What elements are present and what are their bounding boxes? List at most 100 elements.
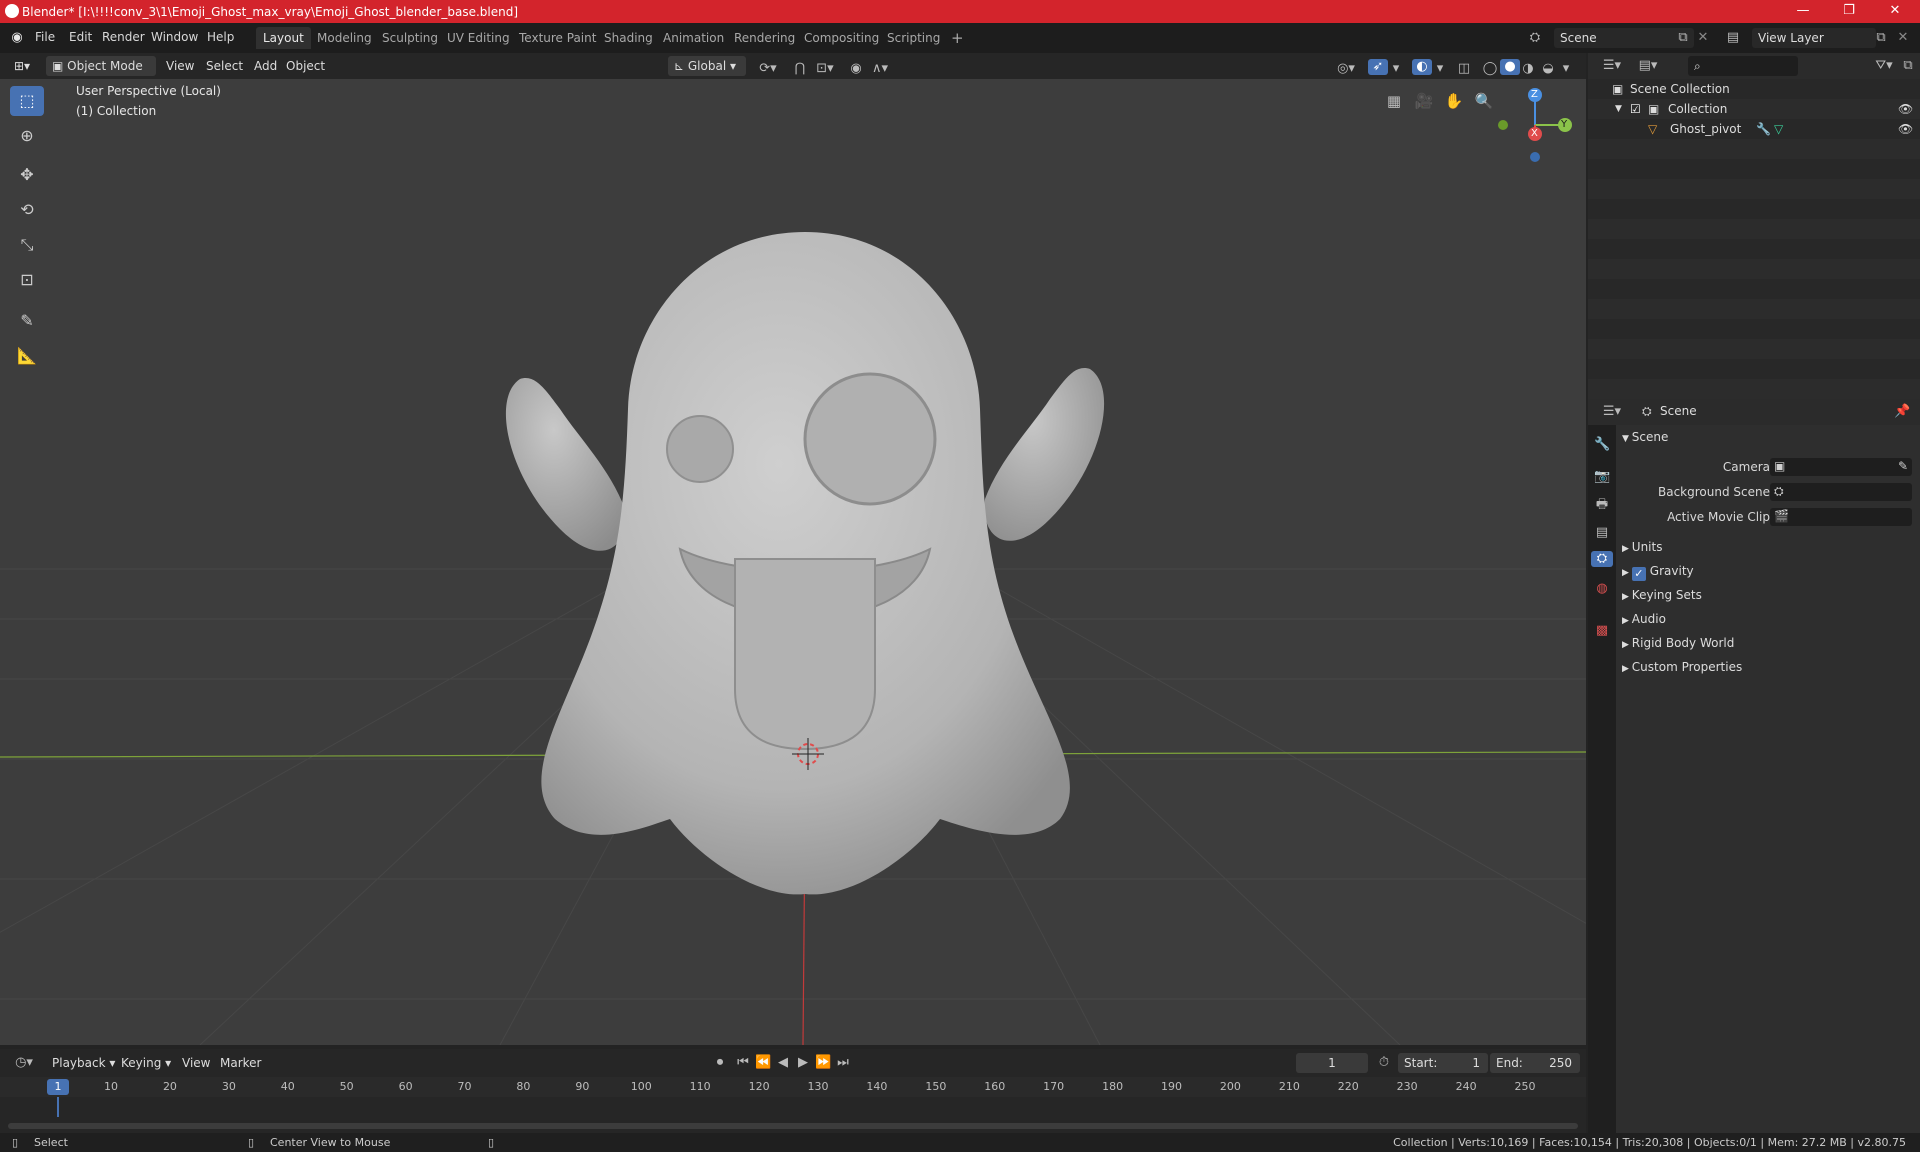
material-shading-icon[interactable]: ◑	[1520, 61, 1536, 77]
view-layer-tab-icon[interactable]: ▤	[1594, 525, 1610, 541]
rendered-shading-icon[interactable]: ◒	[1540, 61, 1556, 77]
tool-tab-icon[interactable]: 🔧	[1594, 437, 1610, 453]
prev-keyframe-icon[interactable]: ⏪	[755, 1055, 771, 1071]
modifier-wrench-icon[interactable]: 🔧	[1756, 119, 1771, 139]
ghost-model[interactable]	[505, 232, 1105, 895]
start-frame-field[interactable]: Start: 1	[1398, 1053, 1488, 1073]
tab-modeling[interactable]: Modeling	[310, 27, 379, 49]
eyedropper-icon[interactable]: ✎	[1898, 459, 1908, 473]
timeline-scrollbar[interactable]	[8, 1123, 1578, 1129]
tab-scripting[interactable]: Scripting	[880, 27, 947, 49]
minimize-button[interactable]: —	[1780, 0, 1826, 23]
outliner-row-ghost-pivot[interactable]: ▽ Ghost_pivot 🔧 ▽ 👁	[1588, 119, 1920, 139]
menu-view[interactable]: View	[160, 56, 200, 76]
select-box-tool-icon[interactable]: ⬚	[10, 86, 44, 116]
timeline-editor-icon[interactable]: ◷▾	[10, 1055, 38, 1071]
record-icon[interactable]: ⏺	[712, 1055, 728, 1071]
snap-target-icon[interactable]: ⊡▾	[812, 61, 838, 77]
delete-view-layer-icon[interactable]: ✕	[1896, 30, 1910, 46]
tab-sculpting[interactable]: Sculpting	[375, 27, 445, 49]
wireframe-shading-icon[interactable]: ◯	[1482, 61, 1498, 77]
panel-scene[interactable]: ▼ Scene	[1622, 426, 1918, 448]
move-tool-icon[interactable]: ✥	[10, 160, 44, 190]
scene-selector[interactable]: Scene	[1554, 28, 1694, 48]
maximize-button[interactable]: ❐	[1826, 0, 1872, 23]
menu-object[interactable]: Object	[280, 56, 331, 76]
menu-playback[interactable]: Playback ▾	[46, 1053, 121, 1073]
view-layer-icon[interactable]: ▤	[1724, 30, 1742, 46]
grid-view-icon[interactable]: ▦	[1384, 93, 1404, 109]
overlay-dropdown-icon[interactable]: ▾	[1434, 61, 1446, 77]
play-icon[interactable]: ▶	[795, 1055, 811, 1071]
background-scene-field[interactable]: ⛭	[1770, 483, 1912, 501]
menu-add[interactable]: Add	[248, 56, 283, 76]
proportional-edit-icon[interactable]: ◉	[848, 61, 864, 77]
zoom-icon[interactable]: 🔍	[1474, 93, 1494, 109]
texture-tab-icon[interactable]: ▩	[1594, 623, 1610, 639]
close-button[interactable]: ✕	[1872, 0, 1918, 23]
xray-icon[interactable]: ◫	[1456, 61, 1472, 77]
next-keyframe-icon[interactable]: ⏩	[815, 1055, 831, 1071]
new-view-layer-icon[interactable]: ⧉	[1874, 30, 1888, 46]
falloff-icon[interactable]: ∧▾	[866, 61, 894, 77]
tab-compositing[interactable]: Compositing	[797, 27, 886, 49]
snap-icon[interactable]: ⋂	[792, 61, 808, 77]
render-tab-icon[interactable]: 📷	[1594, 469, 1610, 485]
tab-animation[interactable]: Animation	[656, 27, 731, 49]
gravity-checkbox[interactable]: ✓	[1631, 567, 1646, 581]
eye-icon[interactable]: 👁	[1898, 99, 1913, 119]
new-collection-icon[interactable]: ⧉	[1900, 58, 1916, 74]
display-mode-icon[interactable]: ▤▾	[1634, 58, 1662, 74]
menu-render[interactable]: Render	[102, 30, 145, 44]
mesh-data-icon[interactable]: ▽	[1774, 119, 1783, 139]
mode-selector[interactable]: ▣ Object Mode ▾	[46, 56, 156, 93]
tab-uv-editing[interactable]: UV Editing	[440, 27, 517, 49]
new-scene-icon[interactable]: ⧉	[1676, 30, 1690, 46]
output-tab-icon[interactable]: 🖶	[1594, 497, 1610, 513]
panel-custom-properties[interactable]: ▶ Custom Properties	[1622, 656, 1918, 678]
scale-tool-icon[interactable]: ⤡	[10, 230, 44, 260]
panel-rigid-body-world[interactable]: ▶ Rigid Body World	[1622, 632, 1918, 654]
active-movie-clip-field[interactable]: 🎬	[1770, 508, 1912, 526]
view-layer-selector[interactable]: View Layer	[1752, 28, 1876, 48]
current-frame-field[interactable]: 1	[1296, 1053, 1368, 1073]
outliner-editor-icon[interactable]: ☰▾	[1598, 58, 1626, 74]
jump-end-icon[interactable]: ⏭	[835, 1055, 851, 1071]
menu-window[interactable]: Window	[151, 30, 198, 44]
eye-icon[interactable]: 👁	[1898, 119, 1913, 139]
panel-audio[interactable]: ▶ Audio	[1622, 608, 1918, 630]
transform-tool-icon[interactable]: ⊡	[10, 265, 44, 295]
timeline-track-area[interactable]	[0, 1097, 1586, 1133]
menu-keying[interactable]: Keying ▾	[115, 1053, 177, 1073]
annotate-tool-icon[interactable]: ✎	[10, 306, 44, 336]
properties-editor-icon[interactable]: ☰▾	[1598, 404, 1626, 420]
end-frame-field[interactable]: End: 250	[1490, 1053, 1580, 1073]
outliner-search-input[interactable]: ⌕	[1688, 56, 1798, 76]
menu-edit[interactable]: Edit	[69, 30, 92, 44]
panel-units[interactable]: ▶ Units	[1622, 536, 1918, 558]
camera-view-icon[interactable]: 🎥	[1414, 93, 1434, 109]
stopwatch-icon[interactable]: ⏱	[1376, 1055, 1392, 1071]
menu-view[interactable]: View	[176, 1053, 216, 1073]
pin-icon[interactable]: 📌	[1894, 404, 1910, 420]
filter-icon[interactable]: ⛛▾	[1870, 58, 1898, 74]
panel-gravity[interactable]: ▶ ✓ Gravity	[1622, 560, 1918, 582]
gizmo-toggle-icon[interactable]: ➶	[1368, 59, 1388, 75]
editor-type-icon[interactable]: ⊞▾	[8, 56, 36, 76]
play-reverse-icon[interactable]: ◀	[775, 1055, 791, 1071]
menu-select[interactable]: Select	[200, 56, 249, 76]
camera-field[interactable]: ▣ ✎	[1770, 458, 1912, 476]
tab-rendering[interactable]: Rendering	[727, 27, 802, 49]
tab-layout[interactable]: Layout	[256, 27, 311, 49]
scene-icon[interactable]: ⛭	[1526, 30, 1544, 46]
world-tab-icon[interactable]: ◍	[1594, 581, 1610, 597]
jump-start-icon[interactable]: ⏮	[735, 1055, 751, 1071]
overlay-toggle-icon[interactable]: ◐	[1412, 59, 1432, 75]
blender-menu-icon[interactable]: ◉	[8, 30, 26, 46]
cursor-tool-icon[interactable]: ⊕	[10, 121, 44, 151]
timeline-ruler[interactable]: 1 10 20 30 40 50 60 70 80 90 100 110 120 130 140 150 160…	[0, 1077, 1586, 1097]
solid-shading-icon[interactable]: ●	[1500, 59, 1520, 75]
checkbox-icon[interactable]: ☑	[1630, 99, 1641, 119]
gizmo-dropdown-icon[interactable]: ▾	[1390, 61, 1402, 77]
tab-texture-paint[interactable]: Texture Paint	[512, 27, 603, 49]
